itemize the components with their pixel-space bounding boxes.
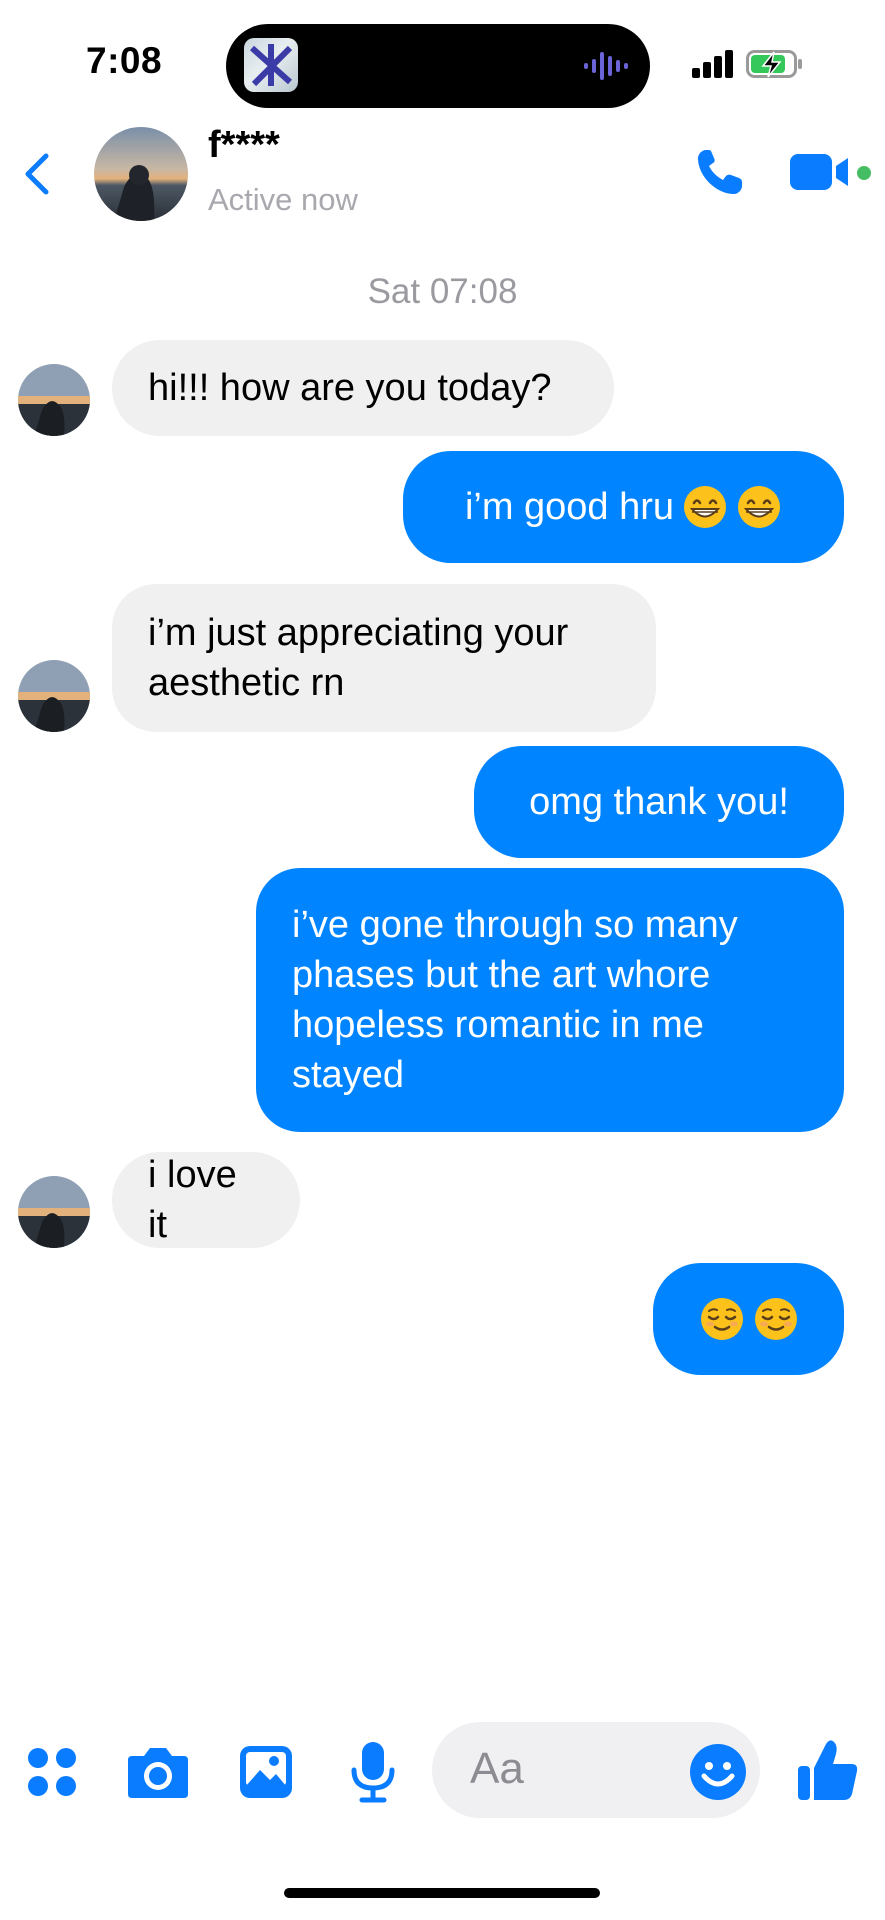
sender-avatar[interactable] [18, 1176, 90, 1248]
grinning-face-emoji-icon [736, 484, 782, 530]
now-playing-thumbnail [244, 38, 298, 92]
sender-avatar[interactable] [18, 364, 90, 436]
phone-call-icon[interactable] [694, 146, 746, 198]
photo-gallery-icon[interactable] [238, 1744, 294, 1800]
outgoing-message-bubble[interactable]: i’m good hru [403, 451, 844, 563]
message-text-line: phases but the art whore [292, 954, 711, 996]
outgoing-message-bubble[interactable]: omg thank you! [474, 746, 844, 858]
home-indicator[interactable] [284, 1888, 600, 1898]
status-time: 7:08 [86, 40, 163, 81]
incoming-message-bubble[interactable]: hi!!! how are you today? [112, 340, 614, 436]
sender-avatar[interactable] [18, 660, 90, 732]
contact-avatar[interactable] [94, 127, 188, 221]
message-text: i’m good hru [464, 486, 675, 528]
incoming-message-bubble[interactable]: i love it [112, 1152, 300, 1248]
emoji-picker-icon[interactable] [688, 1742, 748, 1802]
message-input-placeholder: Aa [470, 1744, 524, 1793]
message-text-line: i’ve gone through so many [292, 904, 738, 946]
message-text-line: i’m just appreciating your [148, 612, 569, 654]
relieved-face-emoji-icon [753, 1296, 799, 1342]
outgoing-message-bubble[interactable]: i’ve gone through so many phases but the… [256, 868, 844, 1132]
outgoing-message-bubble[interactable] [653, 1263, 844, 1375]
cellular-signal-icon [692, 48, 736, 80]
video-call-icon[interactable] [790, 152, 858, 192]
message-text: hi!!! how are you today? [148, 367, 552, 409]
relieved-face-emoji-icon [699, 1296, 745, 1342]
message-text-line: hopeless romantic in me [292, 1004, 704, 1046]
audio-wave-icon [582, 48, 632, 84]
message-text: omg thank you! [529, 781, 789, 823]
microphone-icon[interactable] [348, 1740, 398, 1804]
camera-icon[interactable] [126, 1744, 190, 1800]
presence-status: Active now [208, 182, 358, 217]
incoming-message-bubble[interactable]: i’m just appreciating your aesthetic rn [112, 584, 656, 732]
date-separator: Sat 07:08 [367, 272, 518, 311]
thumbs-up-icon[interactable] [796, 1736, 860, 1804]
back-chevron-icon[interactable] [18, 150, 58, 198]
online-indicator [857, 166, 871, 180]
battery-charging-icon [746, 48, 804, 80]
apps-grid-icon[interactable] [26, 1746, 78, 1798]
contact-name[interactable]: f**** [208, 124, 280, 167]
message-text: i love it [148, 1154, 237, 1246]
message-text-line: stayed [292, 1054, 404, 1096]
grinning-face-emoji-icon [682, 484, 728, 530]
message-text-line: aesthetic rn [148, 662, 345, 704]
